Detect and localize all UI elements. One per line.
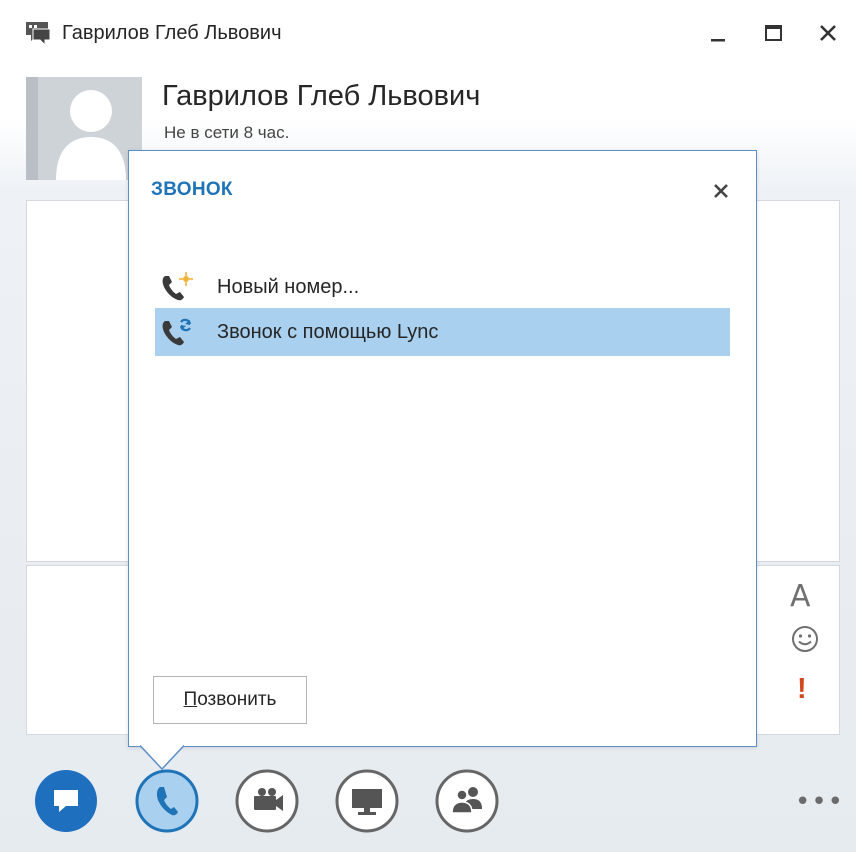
call-button[interactable]: Позвонить <box>153 676 307 724</box>
minimize-icon[interactable] <box>703 18 733 48</box>
window-title: Гаврилов Глеб Львович <box>62 22 282 44</box>
phone-icon[interactable] <box>134 768 200 834</box>
call-popup: ЗВОНОК Новый номер... Звонок с помощью L… <box>128 150 757 747</box>
contact-name[interactable]: Гаврилов Глеб Львович <box>162 78 480 114</box>
call-button-label: озвонить <box>197 689 277 710</box>
new-number-phone-icon <box>162 272 193 301</box>
font-icon[interactable]: A <box>790 580 811 614</box>
popup-title: ЗВОНОК <box>151 179 233 200</box>
close-icon[interactable] <box>709 179 733 203</box>
more-options-icon[interactable]: ••• <box>795 789 844 815</box>
contact-status: Не в сети 8 час. <box>164 123 290 142</box>
contact-avatar[interactable] <box>26 77 142 180</box>
close-window-icon[interactable] <box>813 18 843 48</box>
default-avatar-icon <box>56 90 126 180</box>
lync-conversation-app-icon <box>26 22 51 46</box>
emoticon-icon[interactable] <box>789 623 821 655</box>
video-camera-icon[interactable] <box>234 768 300 834</box>
option-label: Новый номер... <box>217 276 360 298</box>
call-button-accelerator: П <box>183 689 198 710</box>
title-bar[interactable]: Гаврилов Глеб Львович <box>0 0 856 64</box>
maximize-icon[interactable] <box>758 18 788 48</box>
presentation-monitor-icon[interactable] <box>334 768 400 834</box>
add-people-icon[interactable] <box>434 768 500 834</box>
option-new-number[interactable]: Новый номер... <box>155 263 730 311</box>
im-icon[interactable] <box>33 768 99 834</box>
high-importance-icon[interactable]: ! <box>797 672 807 706</box>
presence-bar <box>26 77 38 180</box>
option-lync-call[interactable]: Звонок с помощью Lync <box>155 308 730 356</box>
lync-call-phone-icon <box>162 318 192 346</box>
option-label: Звонок с помощью Lync <box>217 321 439 343</box>
